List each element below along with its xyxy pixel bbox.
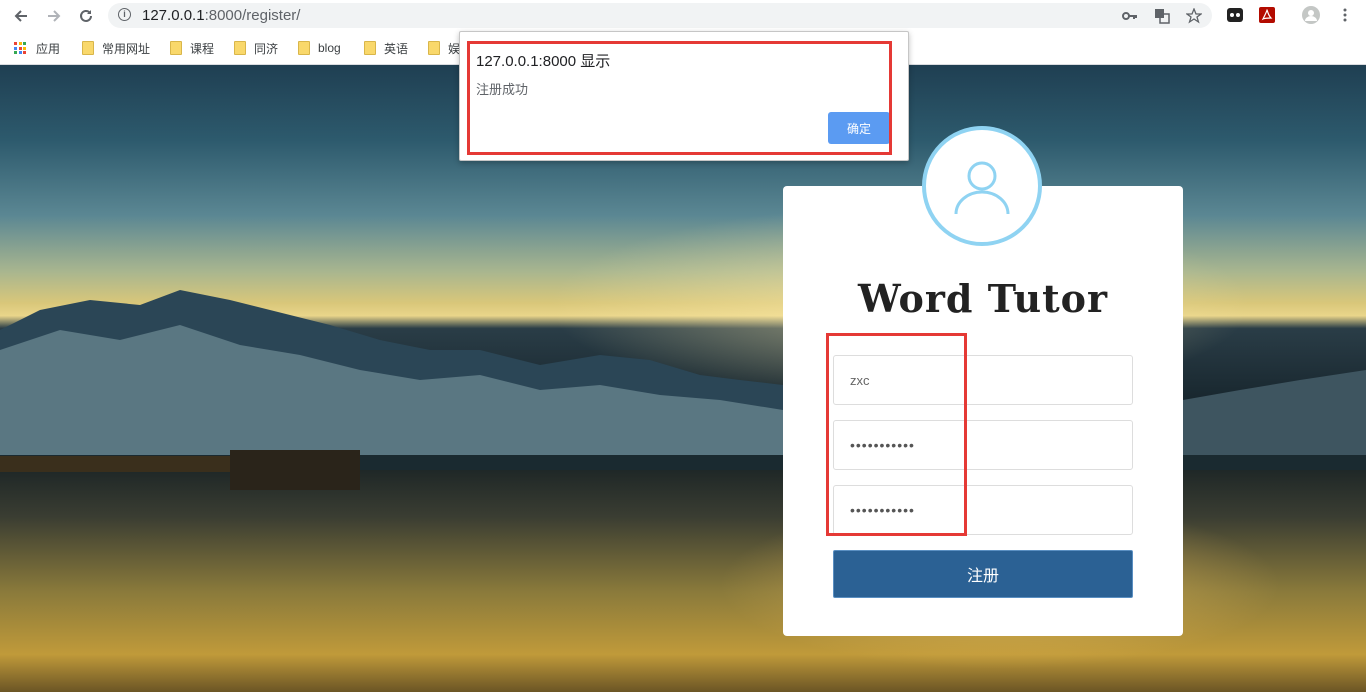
register-button[interactable]: 注册 <box>833 550 1133 598</box>
folder-icon <box>234 41 246 55</box>
profile-avatar-icon[interactable] <box>1302 6 1320 24</box>
site-info-icon[interactable]: i <box>118 8 131 21</box>
bookmark-label: blog <box>318 41 341 55</box>
bookmark-label: 英语 <box>384 41 409 56</box>
forward-arrow-icon[interactable] <box>42 4 66 28</box>
bookmark-label: 同济 <box>254 41 279 56</box>
folder-icon <box>428 41 440 55</box>
bookmark-label: 常用网址 <box>102 41 151 56</box>
bookmark-folder[interactable]: blog <box>298 39 341 57</box>
browser-toolbar: i 127.0.0.1:8000/register/ <box>0 0 1366 32</box>
user-avatar-icon <box>922 126 1042 246</box>
folder-icon <box>298 41 310 55</box>
folder-icon <box>170 41 182 55</box>
bookmark-star-icon[interactable] <box>1184 6 1204 26</box>
pier-silhouette <box>0 450 360 490</box>
address-url: 127.0.0.1:8000/register/ <box>142 7 301 24</box>
back-arrow-icon[interactable] <box>9 4 33 28</box>
folder-icon <box>364 41 376 55</box>
bookmark-folder[interactable]: 英语 <box>364 39 408 57</box>
extension-icon[interactable] <box>1226 6 1244 24</box>
bookmark-folder[interactable]: 同济 <box>234 39 278 57</box>
bookmark-label: 应用 <box>36 41 61 56</box>
key-icon[interactable] <box>1120 6 1140 26</box>
reload-icon[interactable] <box>74 4 98 28</box>
bookmark-folder[interactable]: 常用网址 <box>82 39 150 57</box>
bookmark-folder[interactable]: 课程 <box>170 39 214 57</box>
translate-icon[interactable] <box>1152 6 1172 26</box>
bookmark-folder[interactable]: 娱 <box>428 39 460 57</box>
menu-kebab-icon[interactable] <box>1336 6 1354 24</box>
brand-title: Word Tutor <box>857 276 1109 321</box>
bookmark-label: 课程 <box>190 41 215 56</box>
bookmark-apps[interactable]: 应用 <box>14 39 60 57</box>
apps-grid-icon <box>14 42 26 54</box>
pdf-extension-icon[interactable] <box>1258 6 1276 24</box>
address-bar[interactable]: i 127.0.0.1:8000/register/ <box>108 3 1212 28</box>
highlight-box-dialog <box>467 41 892 155</box>
highlight-box-fields <box>826 333 967 536</box>
folder-icon <box>82 41 94 55</box>
